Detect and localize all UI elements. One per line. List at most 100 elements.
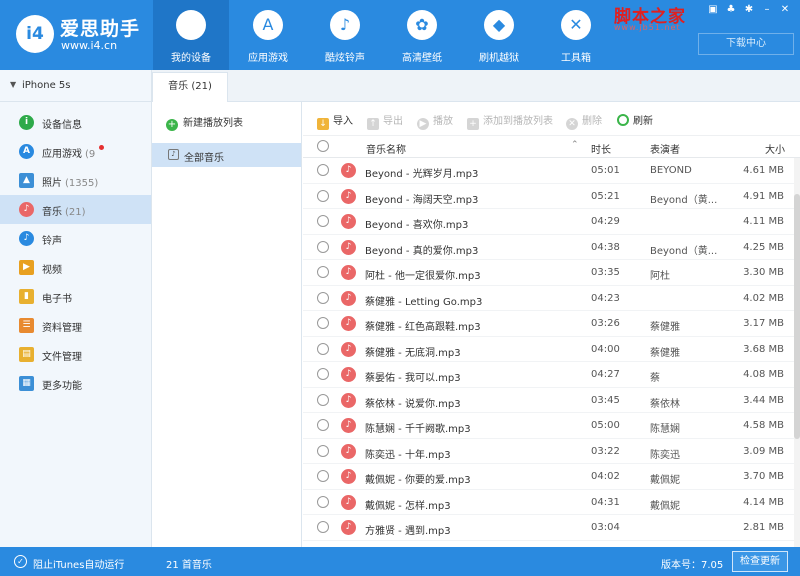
- music-list: ♪ Beyond - 光辉岁月.mp3 05:01 BEYOND 4.61 MB ♪ Bey…: [303, 158, 794, 547]
- column-duration-header[interactable]: 时长: [591, 141, 611, 156]
- table-row[interactable]: ♪ Beyond - 海阔天空.mp3 05:21 Beyond（黄... 4.91 M…: [303, 184, 794, 209]
- music-note-icon: ♪: [341, 265, 356, 280]
- nav-item-label: 工具箱: [561, 53, 591, 64]
- sidebar-item[interactable]: ▲ 照片 (1355): [0, 166, 151, 195]
- sidebar-item-text: 照片: [42, 178, 62, 189]
- itunes-toggle-icon[interactable]: ✓: [14, 555, 27, 568]
- row-select-radio[interactable]: [317, 495, 329, 508]
- song-name: 蔡晏佑 - 我可以.mp3: [365, 373, 461, 384]
- sidebar-item[interactable]: ▤ 文件管理: [0, 340, 151, 369]
- music-note-icon: ♪: [341, 316, 356, 331]
- sidebar-item[interactable]: ▶ 视频: [0, 253, 151, 282]
- table-row[interactable]: ♪ 蔡健雅 - 无底洞.mp3 04:00 蔡健雅 3.68 MB: [303, 337, 794, 362]
- table-row[interactable]: ♪ 阿杜 - 他一定很爱你.mp3 03:35 阿杜 3.30 MB: [303, 260, 794, 286]
- download-center-button[interactable]: 下载中心: [698, 33, 794, 55]
- row-select-radio[interactable]: [317, 444, 329, 457]
- column-size-header[interactable]: 大小: [765, 141, 785, 156]
- export-button[interactable]: ↑ 导出: [367, 112, 403, 130]
- column-name-header[interactable]: 音乐名称: [366, 141, 406, 156]
- song-duration: 04:31: [591, 496, 620, 508]
- row-select-radio[interactable]: [317, 189, 329, 202]
- status-bar: ✓ 阻止iTunes自动运行 21 首音乐 版本号：7.05 检查更新: [0, 547, 800, 576]
- song-artist: 蔡: [650, 373, 660, 384]
- song-duration: 04:00: [591, 343, 620, 355]
- music-note-icon: ♪: [341, 418, 356, 433]
- check-update-button[interactable]: 检查更新: [732, 551, 788, 572]
- row-select-radio[interactable]: [317, 266, 329, 278]
- import-button[interactable]: ↓ 导入: [317, 112, 353, 130]
- app-url: www.i4.cn: [61, 39, 118, 52]
- table-row[interactable]: ♪ 戴佩妮 - 你要的爱.mp3 04:02 戴佩妮 3.70 MB: [303, 464, 794, 490]
- sidebar-item[interactable]: i 设备信息: [0, 108, 151, 137]
- scrollbar[interactable]: [794, 158, 800, 547]
- new-playlist-button[interactable]: + 新建播放列表: [166, 114, 243, 131]
- table-row[interactable]: ♪ 蔡依林 - 说爱你.mp3 03:45 蔡依林 3.44 MB: [303, 388, 794, 413]
- table-row[interactable]: ♪ 戴佩妮 - 怎样.mp3 04:31 戴佩妮 4.14 MB: [303, 490, 794, 515]
- select-all-radio[interactable]: [317, 140, 329, 152]
- sidebar-item[interactable]: ▦ 更多功能: [0, 369, 151, 398]
- nav-item[interactable]: 我的设备: [153, 0, 229, 70]
- row-select-radio[interactable]: [317, 291, 329, 304]
- song-artist: 戴佩妮: [650, 475, 680, 486]
- table-row[interactable]: ♪ 蔡晏佑 - 我可以.mp3 04:27 蔡 4.08 MB: [303, 362, 794, 388]
- table-row[interactable]: ♪ 陈奕迅 - 十年.mp3 03:22 陈奕迅 3.09 MB: [303, 439, 794, 464]
- add-to-playlist-label: 添加到播放列表: [483, 116, 553, 127]
- sidebar-item[interactable]: ▮ 电子书: [0, 282, 151, 311]
- sort-ascending-icon[interactable]: ⌃: [571, 140, 579, 150]
- sidebar-item[interactable]: ☰ 资料管理: [0, 311, 151, 340]
- table-row[interactable]: ♪ Beyond - 喜欢你.mp3 04:29 4.11 MB: [303, 209, 794, 235]
- row-select-radio[interactable]: [317, 419, 329, 431]
- row-select-radio[interactable]: [317, 317, 329, 329]
- song-name: 方雅贤 - 遇到.mp3: [365, 526, 451, 537]
- settings-icon[interactable]: ✱: [742, 3, 756, 16]
- song-duration: 03:04: [591, 522, 620, 533]
- playlist-icon: ♪: [168, 149, 179, 160]
- feedback-icon[interactable]: ▣: [706, 3, 720, 16]
- nav-item[interactable]: ♪ 酷炫铃声: [307, 0, 383, 70]
- row-select-radio[interactable]: [317, 240, 329, 253]
- sidebar-item-label: 音乐 (21): [42, 203, 86, 218]
- refresh-button[interactable]: 刷新: [617, 112, 653, 127]
- sidebar-item-text: 铃声: [42, 236, 62, 247]
- play-button[interactable]: ▶ 播放: [417, 112, 453, 130]
- sidebar-item[interactable]: ♪ 铃声: [0, 224, 151, 253]
- row-select-radio[interactable]: [317, 470, 329, 482]
- table-row[interactable]: ♪ 蔡健雅 - 红色高跟鞋.mp3 03:26 蔡健雅 3.17 MB: [303, 311, 794, 337]
- playlist-all-music[interactable]: ♪ 全部音乐: [152, 143, 301, 167]
- collapse-arrow-icon[interactable]: ▼: [10, 80, 16, 89]
- device-selector[interactable]: ▼ iPhone 5s: [0, 70, 151, 102]
- scrollbar-thumb[interactable]: [794, 194, 800, 439]
- table-row[interactable]: ♪ Beyond - 真的爱你.mp3 04:38 Beyond（黄... 4.25 M…: [303, 235, 794, 260]
- nav-item[interactable]: ✿ 高清壁纸: [384, 0, 460, 70]
- row-select-radio[interactable]: [317, 521, 329, 533]
- row-select-radio[interactable]: [317, 393, 329, 406]
- table-row[interactable]: ♪ 蔡健雅 - Letting Go.mp3 04:23 4.02 MB: [303, 286, 794, 311]
- table-row[interactable]: ♪ Beyond - 光辉岁月.mp3 05:01 BEYOND 4.61 MB: [303, 158, 794, 184]
- row-select-radio[interactable]: [317, 215, 329, 227]
- table-row[interactable]: ♪ 陈慧娴 - 千千阙歌.mp3 05:00 陈慧娴 4.58 MB: [303, 413, 794, 439]
- delete-button[interactable]: ✕ 删除: [566, 112, 602, 130]
- nav-item[interactable]: ✕ 工具箱: [538, 0, 614, 70]
- song-artist: Beyond（黄...: [650, 194, 718, 206]
- sidebar-item[interactable]: A 应用游戏 (9: [0, 137, 151, 166]
- skin-icon[interactable]: ♣: [724, 3, 738, 16]
- music-note-icon: ♪: [341, 494, 356, 510]
- tab-music[interactable]: 音乐 (21): [152, 72, 228, 102]
- nav-item[interactable]: A 应用游戏: [230, 0, 306, 70]
- column-artist-header[interactable]: 表演者: [650, 141, 680, 156]
- minimize-icon[interactable]: –: [760, 3, 774, 16]
- tab-bar: 音乐 (21): [152, 70, 800, 102]
- nav-item[interactable]: ◆ 刷机越狱: [461, 0, 537, 70]
- song-artist: 蔡健雅: [650, 347, 680, 359]
- add-to-playlist-button[interactable]: + 添加到播放列表: [467, 112, 553, 130]
- row-select-radio[interactable]: [317, 368, 329, 380]
- row-select-radio[interactable]: [317, 342, 329, 355]
- table-row[interactable]: ♪ 方雅贤 - 遇到.mp3 03:04 2.81 MB: [303, 515, 794, 541]
- i4-logo-icon: i4: [16, 15, 54, 53]
- add-playlist-icon: +: [467, 118, 479, 130]
- itunes-block-label[interactable]: 阻止iTunes自动运行: [33, 556, 124, 571]
- nav-item-label: 酷炫铃声: [325, 53, 365, 64]
- row-select-radio[interactable]: [317, 164, 329, 176]
- close-icon[interactable]: ✕: [778, 3, 792, 16]
- sidebar-item[interactable]: ♪ 音乐 (21): [0, 195, 151, 224]
